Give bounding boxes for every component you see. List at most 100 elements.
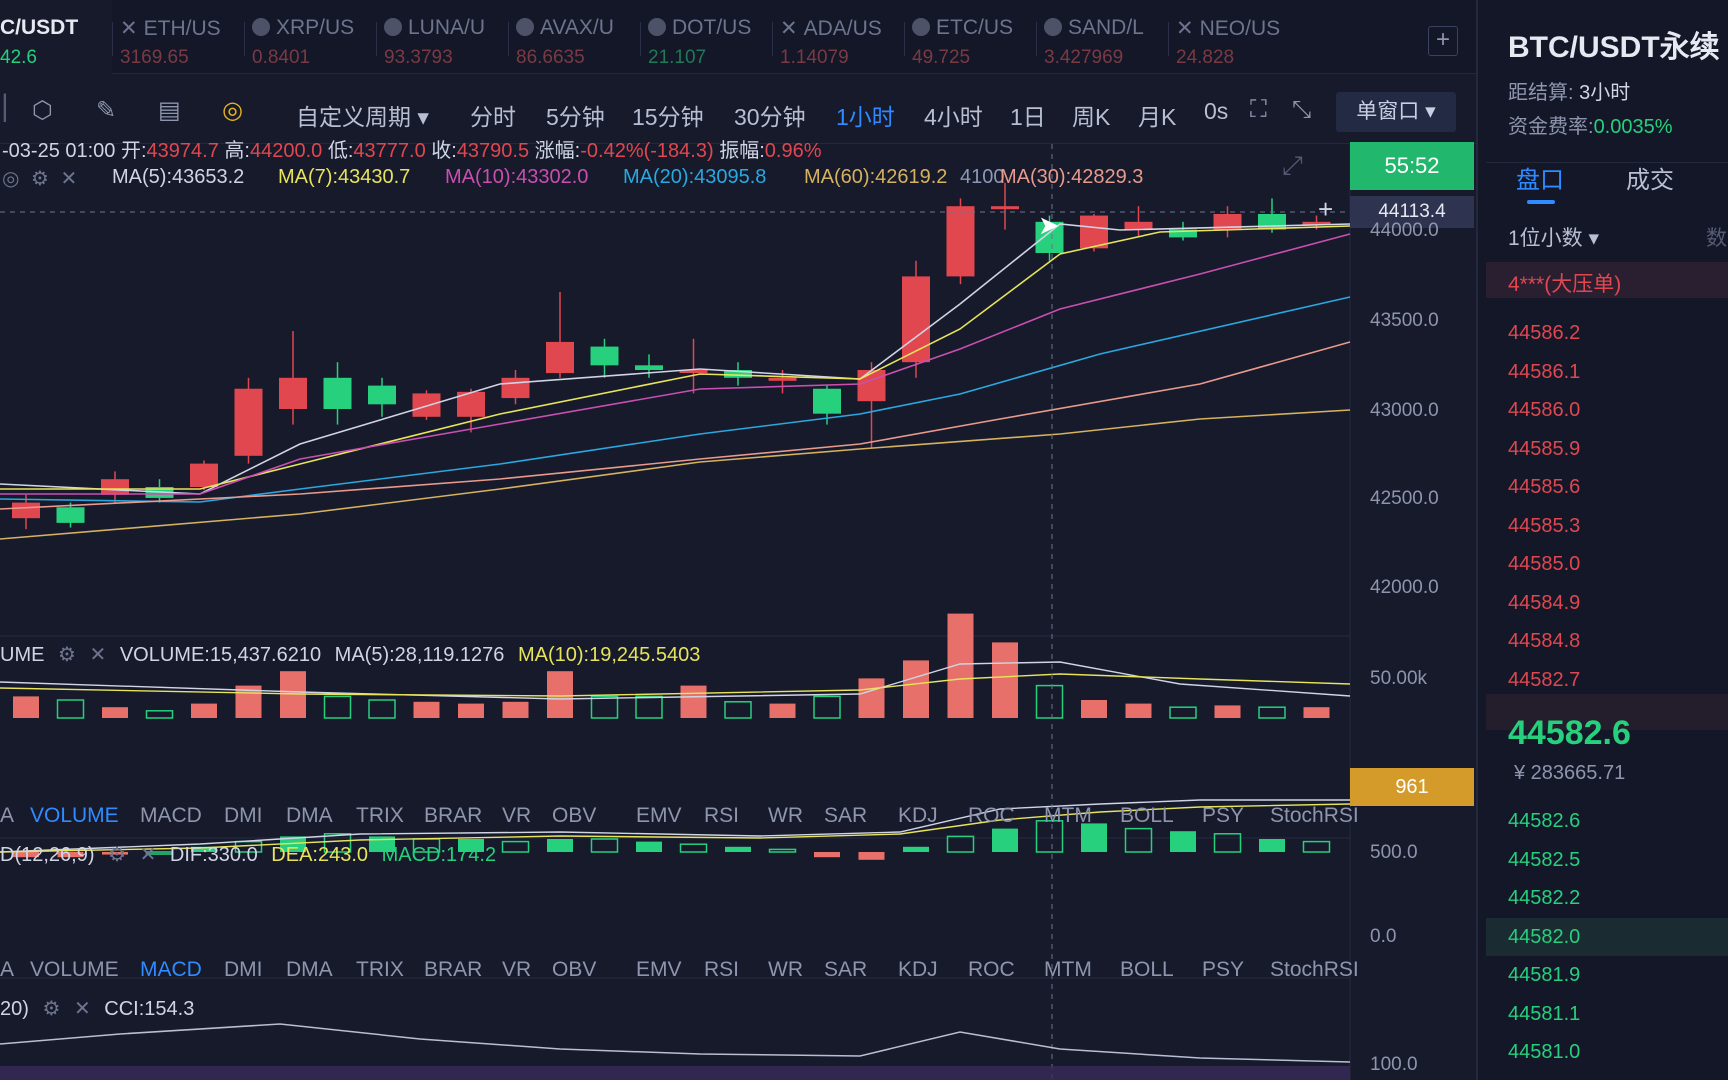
bid-row[interactable]: 44582.2 <box>1486 879 1728 917</box>
ticker-tab-etc[interactable]: ETC/US 49.725 <box>904 0 1036 74</box>
close-icon[interactable]: ✕ <box>90 644 107 666</box>
indicator-tab-vr[interactable]: VR <box>502 804 531 828</box>
period-4[interactable]: 30分钟 <box>734 98 806 132</box>
ask-row[interactable]: 44585.3 <box>1486 507 1728 545</box>
indicator-tab-stochrsi[interactable]: StochRSI <box>1270 804 1359 828</box>
indicator-tab-rsi[interactable]: RSI <box>704 958 739 982</box>
ask-row[interactable]: 44585.9 <box>1486 430 1728 468</box>
settings-icon[interactable]: ⬡ <box>32 96 53 125</box>
indicator-tab-psy[interactable]: PSY <box>1202 804 1244 828</box>
fullscreen-icon[interactable]: ⛶ <box>1250 96 1267 124</box>
kline-chart[interactable] <box>0 144 1476 1080</box>
indicator-tab-boll[interactable]: BOLL <box>1120 958 1174 982</box>
close-icon[interactable]: ✕ <box>1176 17 1194 40</box>
close-icon[interactable]: ✕ <box>61 168 78 190</box>
period-3[interactable]: 15分钟 <box>632 98 704 132</box>
ask-row[interactable]: 44586.2 <box>1486 314 1728 352</box>
ticker-tab-sand[interactable]: SAND/L 3.427969 <box>1036 0 1168 74</box>
period-8[interactable]: 周K <box>1072 98 1110 132</box>
settings-icon[interactable]: ⚙ <box>58 644 76 666</box>
ticker-tab-xrp[interactable]: XRP/US 0.8401 <box>244 0 376 74</box>
indicator-tab-obv[interactable]: OBV <box>552 804 596 828</box>
indicator-tab-boll[interactable]: BOLL <box>1120 804 1174 828</box>
settings-icon[interactable]: ⚙ <box>42 998 60 1020</box>
ticker-tab-neo[interactable]: ✕ NEO/US 24.828 <box>1168 0 1300 74</box>
indicator-tab-volume[interactable]: VOLUME <box>30 804 119 828</box>
indicator-tab-wr[interactable]: WR <box>768 958 803 982</box>
ticker-tab-btc[interactable]: C/USDT 42.6 <box>0 0 112 74</box>
indicator-tab-sar[interactable]: SAR <box>824 804 867 828</box>
ticker-tab-avax[interactable]: AVAX/U 86.6635 <box>508 0 640 74</box>
indicator-tab-sar[interactable]: SAR <box>824 958 867 982</box>
bid-row[interactable]: 44582.5 <box>1486 841 1728 879</box>
indicator-tab-rsi[interactable]: RSI <box>704 804 739 828</box>
settings-icon[interactable]: ⚙ <box>108 844 126 866</box>
close-icon[interactable]: ✕ <box>74 998 91 1020</box>
period-6[interactable]: 4小时 <box>924 98 983 132</box>
indicator-tab-macd[interactable]: MACD <box>140 804 202 828</box>
indicator-tab-trix[interactable]: TRIX <box>356 804 404 828</box>
add-alert-icon[interactable]: + <box>1318 194 1333 225</box>
ask-row[interactable]: 44582.7 <box>1486 661 1728 699</box>
bid-row[interactable]: 44581.1 <box>1486 995 1728 1033</box>
period-2[interactable]: 5分钟 <box>546 98 605 132</box>
ask-row[interactable]: 44585.6 <box>1486 468 1728 506</box>
restore-icon[interactable]: ⤡ <box>1292 96 1311 124</box>
ask-row[interactable]: 44584.9 <box>1486 584 1728 622</box>
indicator-tab-stochrsi[interactable]: StochRSI <box>1270 958 1359 982</box>
indicator-tab-dma[interactable]: DMA <box>286 804 333 828</box>
ask-row[interactable]: 44584.8 <box>1486 622 1728 660</box>
custom-period-dropdown[interactable]: 自定义周期 ▾ <box>296 98 429 132</box>
ask-row[interactable]: 44586.1 <box>1486 353 1728 391</box>
indicator-tab-brar[interactable]: BRAR <box>424 804 482 828</box>
indicator-tab-mtm[interactable]: MTM <box>1044 958 1092 982</box>
indicator-tab-roc[interactable]: ROC <box>968 804 1015 828</box>
indicator-tab-a[interactable]: A <box>0 958 14 982</box>
layout-icon[interactable]: ▤ <box>158 96 181 125</box>
close-icon[interactable]: ✕ <box>140 844 157 866</box>
indicator-tab-kdj[interactable]: KDJ <box>898 804 938 828</box>
bid-row[interactable]: 44581.0 <box>1486 1033 1728 1071</box>
bid-row[interactable]: 44582.0 <box>1486 918 1728 956</box>
window-mode-dropdown[interactable]: 单窗口 ▾ <box>1336 92 1456 132</box>
ticker-tab-eth[interactable]: ✕ ETH/US 3169.65 <box>112 0 244 74</box>
indicator-tab-wr[interactable]: WR <box>768 804 803 828</box>
add-tab-button[interactable]: + <box>1428 26 1458 56</box>
ask-row[interactable]: 44585.0 <box>1486 545 1728 583</box>
indicator-tab-brar[interactable]: BRAR <box>424 958 482 982</box>
indicator-tab-dmi[interactable]: DMI <box>224 958 263 982</box>
indicator-tab-roc[interactable]: ROC <box>968 958 1015 982</box>
big-order-row[interactable]: 4***(大压单) <box>1486 262 1728 298</box>
gauge-icon[interactable]: ◎ <box>222 96 243 125</box>
tab-orderbook[interactable]: 盘口 <box>1516 160 1564 195</box>
bid-row[interactable]: 44581.9 <box>1486 956 1728 994</box>
pencil-icon[interactable]: ✎ <box>96 96 116 125</box>
indicator-tab-obv[interactable]: OBV <box>552 958 596 982</box>
indicator-tab-emv[interactable]: EMV <box>636 958 682 982</box>
indicator-tab-psy[interactable]: PSY <box>1202 958 1244 982</box>
ask-row[interactable]: 44586.0 <box>1486 391 1728 429</box>
tab-trades[interactable]: 成交 <box>1626 160 1674 195</box>
close-icon[interactable]: ✕ <box>120 17 138 40</box>
ticker-tab-dot[interactable]: DOT/US 21.107 <box>640 0 772 74</box>
indicator-tab-mtm[interactable]: MTM <box>1044 804 1092 828</box>
decimals-dropdown[interactable]: 1位小数 ▾ <box>1508 222 1599 252</box>
period-7[interactable]: 1日 <box>1010 98 1046 132</box>
eye-icon[interactable]: ◎ <box>2 168 19 190</box>
indicator-tab-dma[interactable]: DMA <box>286 958 333 982</box>
indicator-tab-kdj[interactable]: KDJ <box>898 958 938 982</box>
indicator-tab-a[interactable]: A <box>0 804 14 828</box>
bid-row[interactable]: 44582.6 <box>1486 802 1728 840</box>
period-9[interactable]: 月K <box>1138 98 1176 132</box>
sidebar-toggle-icon[interactable]: ▏ <box>4 94 22 123</box>
settings-icon[interactable]: ⚙ <box>31 168 49 190</box>
indicator-tab-macd[interactable]: MACD <box>140 958 202 982</box>
ticker-tab-luna[interactable]: LUNA/U 93.3793 <box>376 0 508 74</box>
indicator-tab-emv[interactable]: EMV <box>636 804 682 828</box>
indicator-tab-dmi[interactable]: DMI <box>224 804 263 828</box>
indicator-tab-volume[interactable]: VOLUME <box>30 958 119 982</box>
expand-icon[interactable]: ⤢ <box>1282 150 1303 182</box>
indicator-tab-trix[interactable]: TRIX <box>356 958 404 982</box>
period-1[interactable]: 分时 <box>470 98 516 132</box>
ticker-tab-ada[interactable]: ✕ ADA/US 1.14079 <box>772 0 904 74</box>
